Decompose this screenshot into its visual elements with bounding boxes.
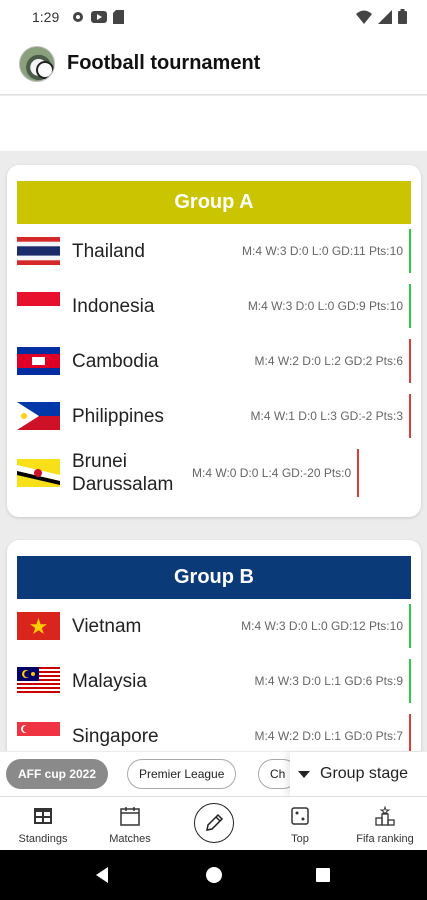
nav-label: Fifa ranking <box>356 833 414 845</box>
stage-dropdown[interactable]: Group stage <box>290 752 427 796</box>
nav-label: Standings <box>18 833 68 845</box>
home-button[interactable] <box>194 850 234 900</box>
bottom-navigation: Standings Matches Top Fifa ranking <box>0 796 427 850</box>
team-row[interactable]: Thailand M:4 W:3 D:0 L:0 GD:11 Pts:10 <box>17 228 411 274</box>
table-icon <box>34 808 52 824</box>
edit-button[interactable] <box>194 803 234 843</box>
app-bar: Football tournament <box>0 33 427 95</box>
stage-label: Group stage <box>320 765 409 782</box>
team-row[interactable]: Brunei Darussalam M:4 W:0 D:0 L:4 GD:-20… <box>17 448 411 498</box>
group-card-b: Group B Vietnam M:4 W:3 D:0 L:0 GD:12 Pt… <box>7 540 421 751</box>
caret-down-icon <box>298 770 310 778</box>
soccer-ball-avatar <box>19 45 55 82</box>
standings-list[interactable]: Group A Thailand M:4 W:3 D:0 L:0 GD:11 P… <box>0 151 427 751</box>
dice-icon <box>291 807 309 825</box>
nav-label: Top <box>291 833 309 845</box>
group-header: Group A <box>17 181 411 224</box>
team-stats: M:4 W:3 D:0 L:1 GD:6 Pts:9 <box>254 674 404 688</box>
brunei-flag-icon <box>17 459 60 487</box>
philippines-flag-icon <box>17 402 60 430</box>
qualified-indicator <box>409 229 411 273</box>
team-name: Vietnam <box>72 615 142 637</box>
signal-icon <box>378 9 392 24</box>
nav-label: Matches <box>109 833 151 845</box>
team-row[interactable]: Malaysia M:4 W:3 D:0 L:1 GD:6 Pts:9 <box>17 658 411 704</box>
team-name: Malaysia <box>72 670 147 692</box>
indonesia-flag-icon <box>17 292 60 320</box>
group-header: Group B <box>17 556 411 599</box>
team-stats: M:4 W:3 D:0 L:0 GD:9 Pts:10 <box>247 299 403 313</box>
battery-icon <box>398 9 407 24</box>
nav-fifa-ranking[interactable]: Fifa ranking <box>350 797 420 851</box>
team-row[interactable]: Singapore M:4 W:2 D:0 L:1 GD:0 Pts:7 <box>17 713 411 751</box>
recents-square-icon <box>316 868 330 882</box>
vietnam-flag-icon <box>17 612 60 640</box>
team-stats: M:4 W:0 D:0 L:4 GD:-20 Pts:0 <box>192 466 352 480</box>
status-bar: 1:29 <box>0 0 427 33</box>
malaysia-flag-icon <box>17 667 60 695</box>
eliminated-indicator <box>409 339 411 383</box>
team-name: Indonesia <box>72 295 155 317</box>
team-name: Singapore <box>72 725 159 747</box>
wifi-icon <box>356 10 372 24</box>
header-spacer <box>0 96 427 151</box>
team-stats: M:4 W:2 D:0 L:1 GD:0 Pts:7 <box>254 729 404 743</box>
chip-aff-cup[interactable]: AFF cup 2022 <box>6 759 109 789</box>
cambodia-flag-icon <box>17 347 60 375</box>
youtube-icon <box>91 10 108 23</box>
team-stats: M:4 W:2 D:0 L:2 GD:2 Pts:6 <box>254 354 404 368</box>
home-circle-icon <box>206 867 222 883</box>
group-card-a: Group A Thailand M:4 W:3 D:0 L:0 GD:11 P… <box>7 165 421 517</box>
eliminated-indicator <box>357 449 360 497</box>
gear-icon <box>73 11 84 22</box>
system-navigation-bar <box>0 850 427 900</box>
eliminated-indicator <box>409 714 411 751</box>
team-name: Brunei Darussalam <box>72 451 174 495</box>
nav-standings[interactable]: Standings <box>13 797 73 851</box>
calendar-icon <box>120 807 140 826</box>
thailand-flag-icon <box>17 237 60 265</box>
qualified-indicator <box>409 604 411 648</box>
nav-top[interactable]: Top <box>270 797 330 851</box>
team-row[interactable]: Philippines M:4 W:1 D:0 L:3 GD:-2 Pts:3 <box>17 393 411 439</box>
team-name: Cambodia <box>72 350 159 372</box>
pencil-icon <box>206 813 224 831</box>
back-triangle-icon <box>96 867 108 883</box>
team-name: Philippines <box>72 405 164 427</box>
team-stats: M:4 W:3 D:0 L:0 GD:11 Pts:10 <box>242 244 403 258</box>
qualified-indicator <box>409 284 411 328</box>
team-name: Thailand <box>72 240 145 262</box>
team-row[interactable]: Indonesia M:4 W:3 D:0 L:0 GD:9 Pts:10 <box>17 283 411 329</box>
page-title: Football tournament <box>67 52 261 74</box>
chip-premier-league[interactable]: Premier League <box>127 759 237 789</box>
podium-icon <box>375 805 395 826</box>
status-time: 1:29 <box>32 8 60 25</box>
eliminated-indicator <box>409 394 411 438</box>
nav-matches[interactable]: Matches <box>100 797 160 851</box>
team-row[interactable]: Cambodia M:4 W:2 D:0 L:2 GD:2 Pts:6 <box>17 338 411 384</box>
team-stats: M:4 W:1 D:0 L:3 GD:-2 Pts:3 <box>250 409 404 423</box>
recents-button[interactable] <box>303 850 343 900</box>
qualified-indicator <box>409 659 411 703</box>
singapore-flag-icon <box>17 722 60 750</box>
team-row[interactable]: Vietnam M:4 W:3 D:0 L:0 GD:12 Pts:10 <box>17 603 411 649</box>
team-stats: M:4 W:3 D:0 L:0 GD:12 Pts:10 <box>241 619 403 633</box>
sim-card-icon <box>113 9 125 24</box>
back-button[interactable] <box>82 850 122 900</box>
